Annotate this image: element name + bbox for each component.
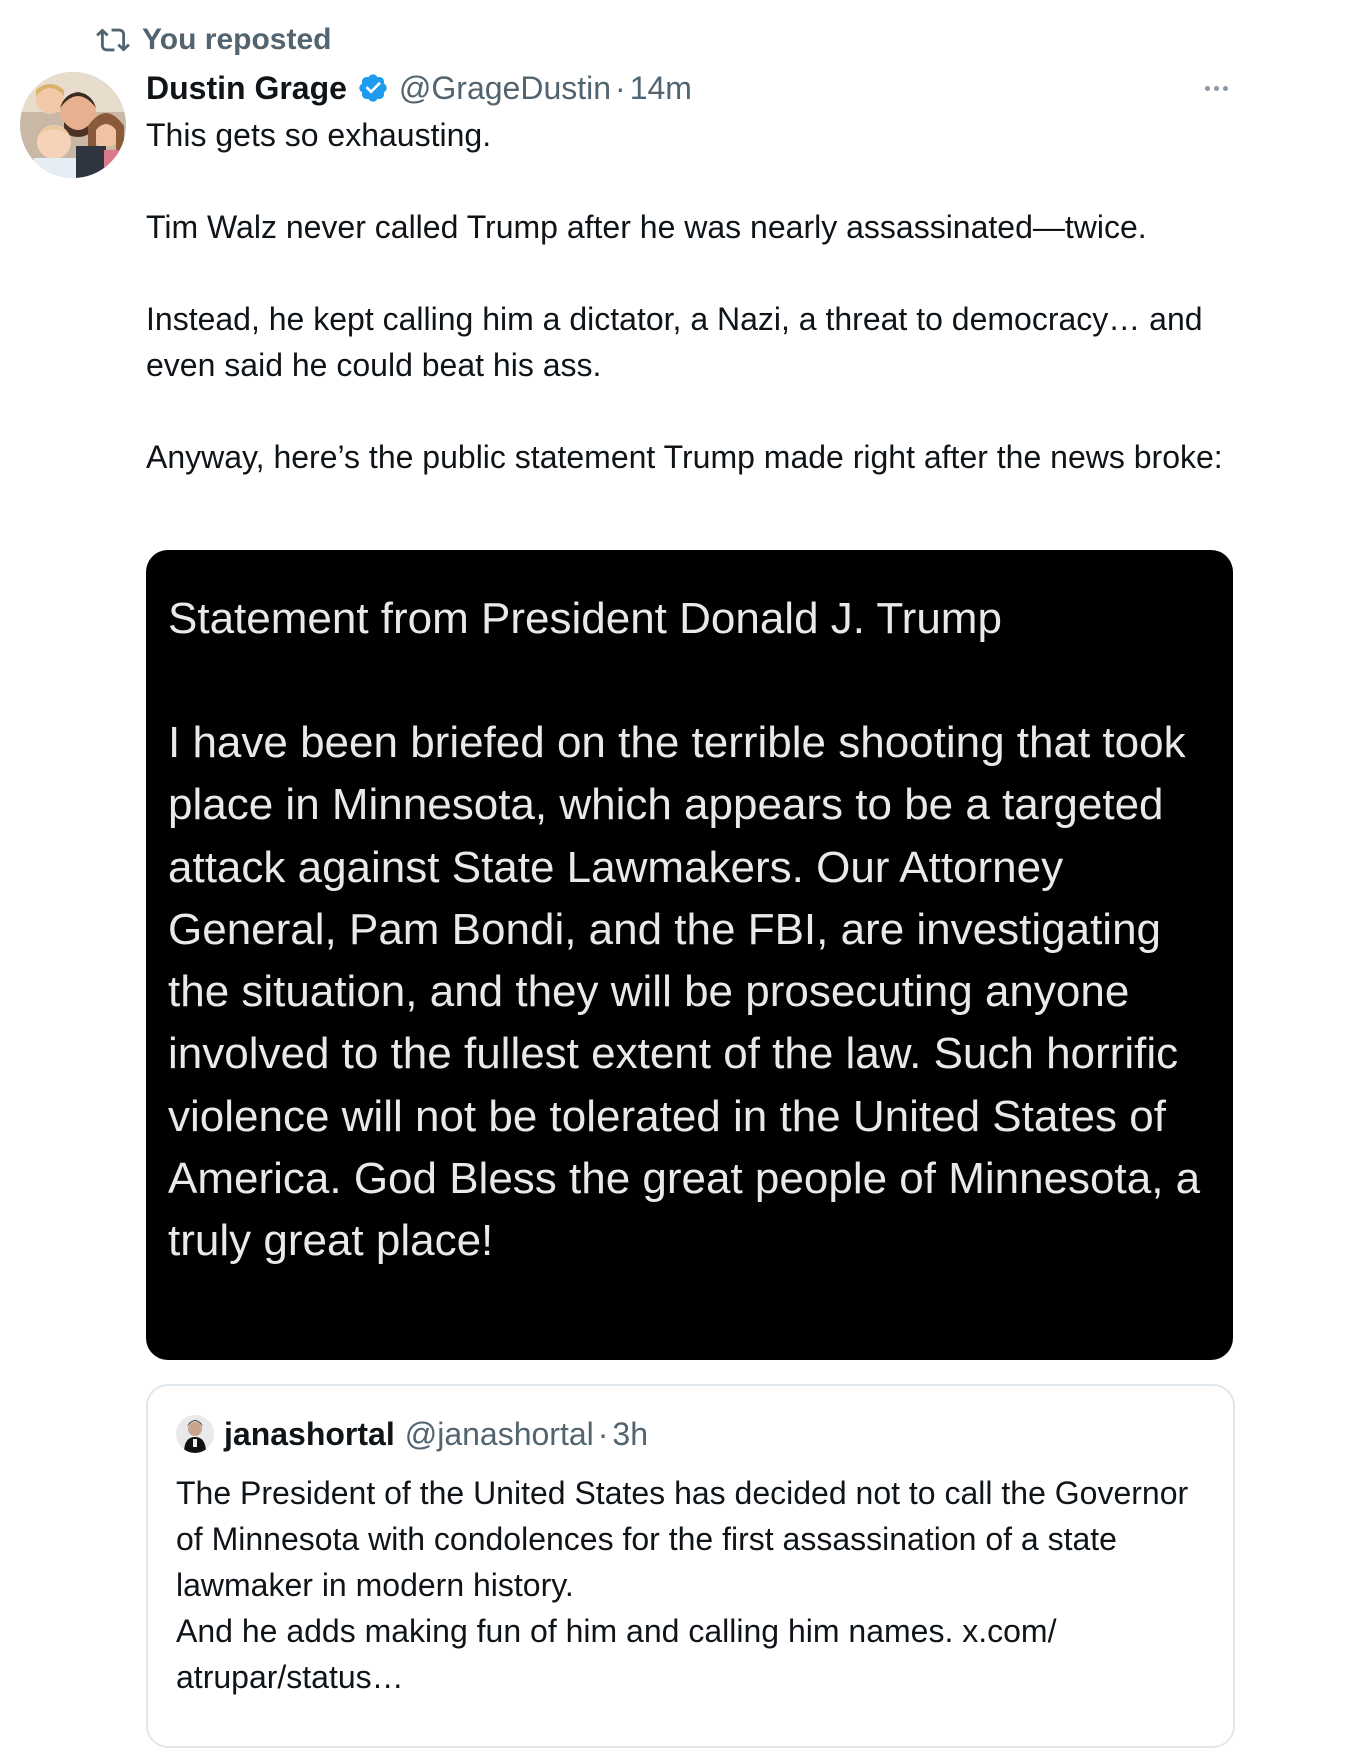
quoted-tweet-header: janashortal @janashortal · 3h [176, 1412, 648, 1456]
verified-badge-icon [359, 74, 387, 102]
tweet-paragraph: Anyway, here’s the public statement Trum… [146, 439, 1223, 475]
author-name[interactable]: Dustin Grage [146, 70, 347, 107]
separator-dot: · [597, 1415, 609, 1452]
statement-image[interactable]: Statement from President Donald J. Trump… [146, 550, 1233, 1360]
tweet-text: This gets so exhausting. Tim Walz never … [146, 112, 1236, 480]
quoted-line: The President of the United States has d… [176, 1475, 1189, 1603]
avatar-photo [20, 72, 126, 178]
separator-dot: · [615, 69, 626, 106]
more-dot [1222, 85, 1228, 91]
quoted-tweet-text: The President of the United States has d… [176, 1470, 1216, 1700]
statement-title: Statement from President Donald J. Trump [168, 594, 1002, 643]
more-options-icon[interactable] [1196, 68, 1236, 108]
quoted-author-name[interactable]: janashortal [224, 1416, 395, 1453]
more-dot [1204, 85, 1210, 91]
author-avatar[interactable] [20, 72, 126, 178]
more-dot [1213, 85, 1219, 91]
tweet-paragraph: Tim Walz never called Trump after he was… [146, 209, 1147, 245]
author-handle[interactable]: @GrageDustin [399, 70, 611, 107]
quoted-author-handle[interactable]: @janashortal [405, 1416, 594, 1453]
quoted-tweet[interactable]: janashortal @janashortal · 3h The Presid… [146, 1384, 1235, 1748]
quoted-avatar-photo [176, 1415, 214, 1453]
repost-label: You reposted [142, 23, 332, 56]
statement-body: I have been briefed on the terrible shoo… [168, 718, 1201, 1266]
quoted-author-avatar[interactable] [176, 1415, 214, 1453]
tweet-timestamp[interactable]: 14m [630, 70, 692, 107]
repost-indicator[interactable]: You reposted [96, 18, 331, 62]
tweet-header: Dustin Grage @GrageDustin · 14m [146, 64, 692, 112]
quoted-tweet-timestamp[interactable]: 3h [612, 1416, 648, 1453]
repost-icon [96, 28, 130, 52]
quoted-line: And he adds making fun of him and callin… [176, 1613, 1057, 1695]
tweet-paragraph: This gets so exhausting. [146, 117, 492, 153]
tweet-paragraph: Instead, he kept calling him a dictator,… [146, 301, 1203, 383]
